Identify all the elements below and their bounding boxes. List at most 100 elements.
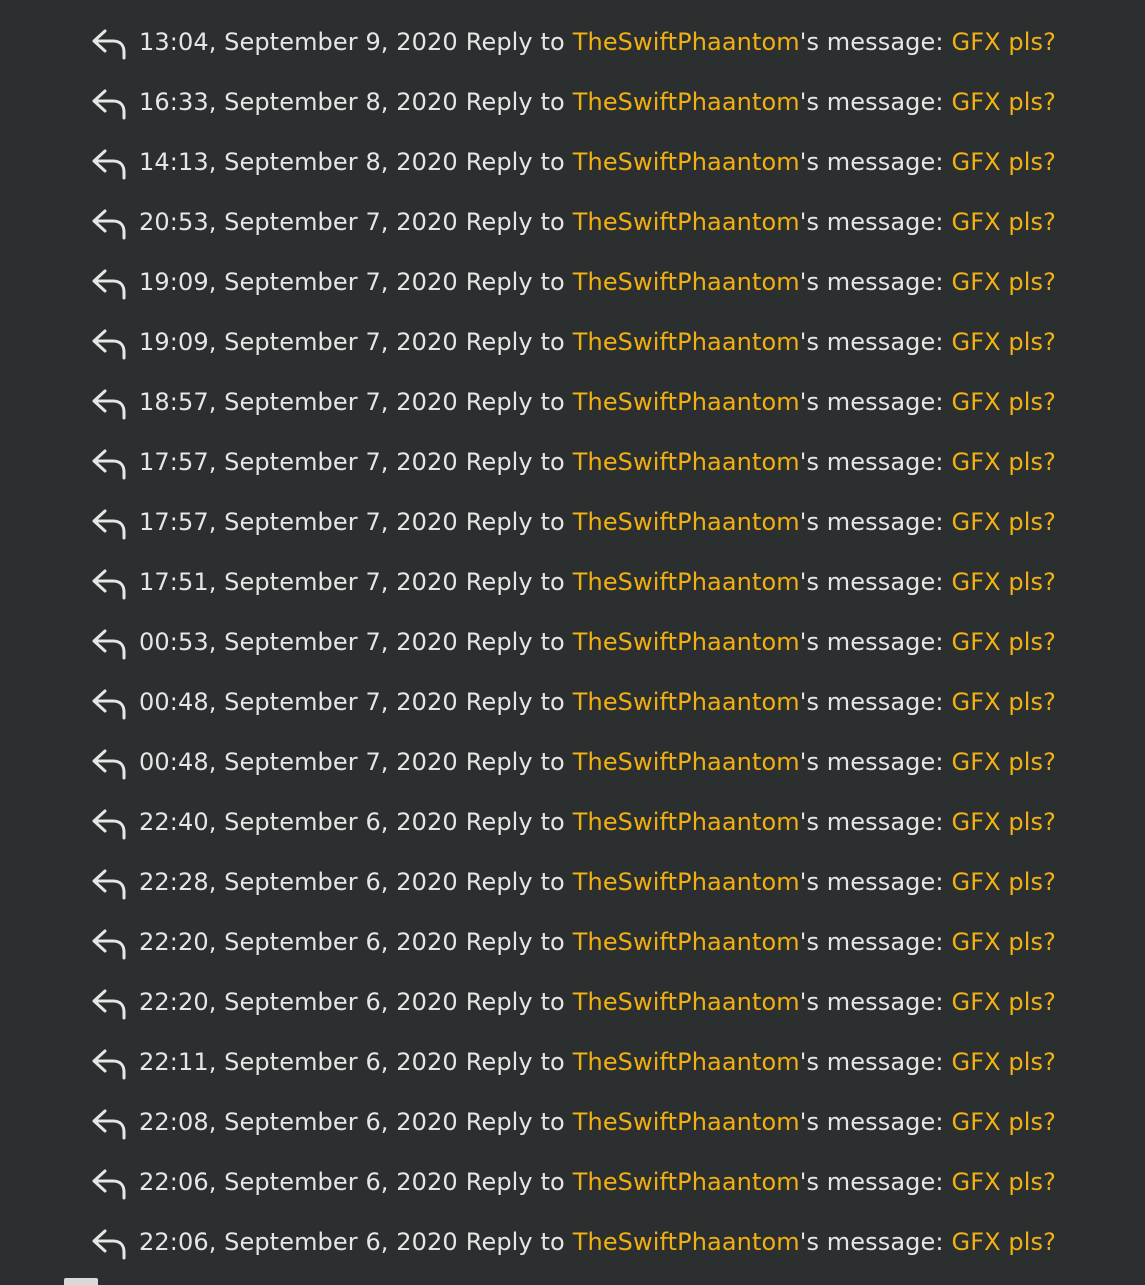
message-link[interactable]: GFX pls? <box>952 328 1056 356</box>
reply-arrow-icon <box>89 382 129 422</box>
message-link[interactable]: GFX pls? <box>952 1228 1056 1256</box>
message-label: 's message: <box>799 208 944 236</box>
message-link[interactable]: GFX pls? <box>952 688 1056 716</box>
message-label: 's message: <box>799 928 944 956</box>
activity-timestamp: 17:57, September 7, 2020 <box>139 448 458 476</box>
activity-row: 00:48, September 7, 2020 Reply to TheSwift… <box>0 672 1145 732</box>
activity-action: Reply to <box>465 448 565 476</box>
user-link[interactable]: TheSwiftPhaantom <box>573 1168 800 1196</box>
user-link[interactable]: TheSwiftPhaantom <box>573 928 800 956</box>
activity-timestamp: 00:53, September 7, 2020 <box>139 628 458 656</box>
activity-timestamp: 22:40, September 6, 2020 <box>139 808 458 836</box>
user-link[interactable]: TheSwiftPhaantom <box>573 748 800 776</box>
activity-action: Reply to <box>465 808 565 836</box>
activity-row-content: 22:28, September 6, 2020 Reply to TheSwift… <box>89 862 1056 902</box>
user-link[interactable]: TheSwiftPhaantom <box>573 328 800 356</box>
message-link[interactable]: GFX pls? <box>952 388 1056 416</box>
activity-action: Reply to <box>465 688 565 716</box>
activity-row: 22:08, September 6, 2020 Reply to TheSwift… <box>0 1092 1145 1152</box>
message-link[interactable]: GFX pls? <box>952 928 1056 956</box>
message-label: 's message: <box>799 448 944 476</box>
activity-row: 22:06, September 6, 2020 Reply to TheSwift… <box>0 1212 1145 1272</box>
message-label: 's message: <box>799 868 944 896</box>
activity-timestamp: 20:53, September 7, 2020 <box>139 208 458 236</box>
activity-row: 22:06, September 6, 2020 Reply to TheSwift… <box>0 1152 1145 1212</box>
activity-row-content: 17:57, September 7, 2020 Reply to TheSwift… <box>89 442 1056 482</box>
user-link[interactable]: TheSwiftPhaantom <box>573 568 800 596</box>
activity-row-content: 13:04, September 9, 2020 Reply to TheSwift… <box>89 22 1056 62</box>
activity-row-content: 19:09, September 7, 2020 Reply to TheSwift… <box>89 322 1056 362</box>
activity-timestamp: 17:57, September 7, 2020 <box>139 508 458 536</box>
activity-row: 20:53, September 7, 2020 Reply to TheSwift… <box>0 192 1145 252</box>
message-label: 's message: <box>799 508 944 536</box>
message-link[interactable]: GFX pls? <box>952 808 1056 836</box>
user-link[interactable]: TheSwiftPhaantom <box>573 988 800 1016</box>
message-link[interactable]: GFX pls? <box>952 868 1056 896</box>
user-link[interactable]: TheSwiftPhaantom <box>573 1228 800 1256</box>
message-label: 's message: <box>799 1168 944 1196</box>
user-link[interactable]: TheSwiftPhaantom <box>573 508 800 536</box>
user-link[interactable]: TheSwiftPhaantom <box>573 208 800 236</box>
next-item-icon-edge <box>64 1278 98 1285</box>
user-link[interactable]: TheSwiftPhaantom <box>573 88 800 116</box>
reply-arrow-icon <box>89 622 129 662</box>
message-link[interactable]: GFX pls? <box>952 508 1056 536</box>
reply-arrow-icon <box>89 1162 129 1202</box>
message-label: 's message: <box>799 628 944 656</box>
message-link[interactable]: GFX pls? <box>952 268 1056 296</box>
activity-timestamp: 22:20, September 6, 2020 <box>139 988 458 1016</box>
reply-arrow-icon <box>89 922 129 962</box>
message-link[interactable]: GFX pls? <box>952 1108 1056 1136</box>
activity-row: 17:51, September 7, 2020 Reply to TheSwift… <box>0 552 1145 612</box>
activity-row-content: 22:20, September 6, 2020 Reply to TheSwift… <box>89 982 1056 1022</box>
activity-action: Reply to <box>465 148 565 176</box>
activity-row: 00:53, September 7, 2020 Reply to TheSwift… <box>0 612 1145 672</box>
user-link[interactable]: TheSwiftPhaantom <box>573 448 800 476</box>
activity-row: 13:04, September 9, 2020 Reply to TheSwift… <box>0 12 1145 72</box>
message-label: 's message: <box>799 88 944 116</box>
message-label: 's message: <box>799 148 944 176</box>
user-link[interactable]: TheSwiftPhaantom <box>573 868 800 896</box>
message-link[interactable]: GFX pls? <box>952 88 1056 116</box>
activity-action: Reply to <box>465 988 565 1016</box>
activity-row: 19:09, September 7, 2020 Reply to TheSwift… <box>0 252 1145 312</box>
message-link[interactable]: GFX pls? <box>952 988 1056 1016</box>
user-link[interactable]: TheSwiftPhaantom <box>573 28 800 56</box>
activity-feed: 13:04, September 9, 2020 Reply to TheSwift… <box>0 0 1145 1285</box>
message-link[interactable]: GFX pls? <box>952 1048 1056 1076</box>
activity-action: Reply to <box>465 1168 565 1196</box>
message-link[interactable]: GFX pls? <box>952 208 1056 236</box>
user-link[interactable]: TheSwiftPhaantom <box>573 148 800 176</box>
activity-timestamp: 22:06, September 6, 2020 <box>139 1168 458 1196</box>
activity-action: Reply to <box>465 28 565 56</box>
activity-action: Reply to <box>465 1228 565 1256</box>
message-link[interactable]: GFX pls? <box>952 148 1056 176</box>
user-link[interactable]: TheSwiftPhaantom <box>573 1048 800 1076</box>
activity-row: 22:28, September 6, 2020 Reply to TheSwift… <box>0 852 1145 912</box>
message-link[interactable]: GFX pls? <box>952 748 1056 776</box>
user-link[interactable]: TheSwiftPhaantom <box>573 1108 800 1136</box>
message-link[interactable]: GFX pls? <box>952 628 1056 656</box>
user-link[interactable]: TheSwiftPhaantom <box>573 268 800 296</box>
message-link[interactable]: GFX pls? <box>952 448 1056 476</box>
activity-action: Reply to <box>465 1048 565 1076</box>
user-link[interactable]: TheSwiftPhaantom <box>573 688 800 716</box>
activity-timestamp: 22:28, September 6, 2020 <box>139 868 458 896</box>
reply-arrow-icon <box>89 22 129 62</box>
user-link[interactable]: TheSwiftPhaantom <box>573 388 800 416</box>
activity-row: 18:57, September 7, 2020 Reply to TheSwift… <box>0 372 1145 432</box>
message-link[interactable]: GFX pls? <box>952 28 1056 56</box>
reply-arrow-icon <box>89 982 129 1022</box>
message-label: 's message: <box>799 28 944 56</box>
user-link[interactable]: TheSwiftPhaantom <box>573 808 800 836</box>
reply-arrow-icon <box>89 802 129 842</box>
reply-arrow-icon <box>89 862 129 902</box>
message-label: 's message: <box>799 388 944 416</box>
message-label: 's message: <box>799 328 944 356</box>
message-link[interactable]: GFX pls? <box>952 568 1056 596</box>
message-label: 's message: <box>799 1048 944 1076</box>
user-link[interactable]: TheSwiftPhaantom <box>573 628 800 656</box>
message-label: 's message: <box>799 268 944 296</box>
message-link[interactable]: GFX pls? <box>952 1168 1056 1196</box>
reply-arrow-icon <box>89 82 129 122</box>
